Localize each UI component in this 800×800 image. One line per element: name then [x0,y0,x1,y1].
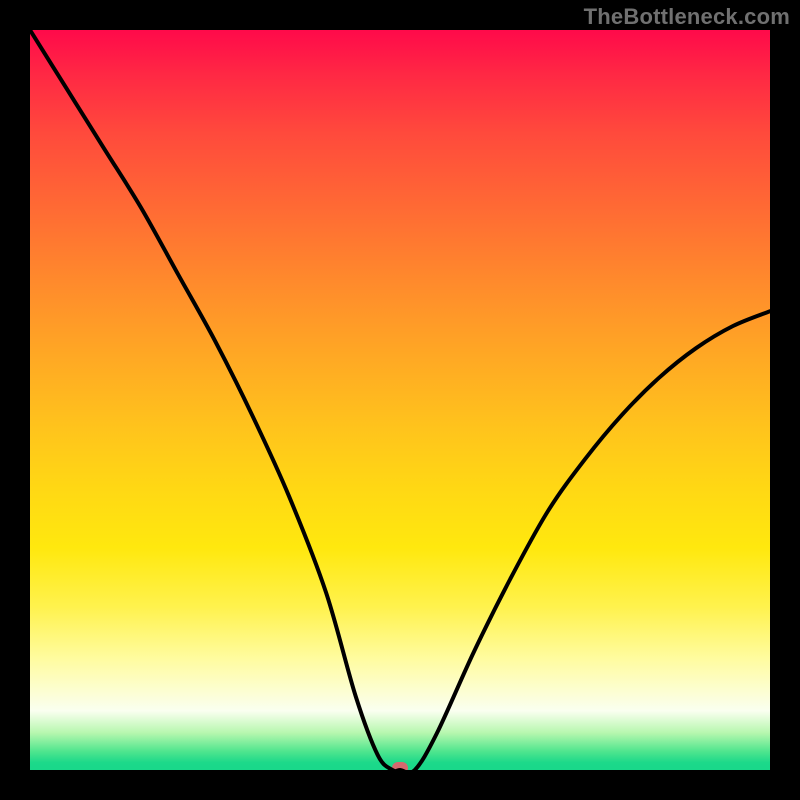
plot-area [30,30,770,770]
bottleneck-curve [30,30,770,770]
chart-frame: TheBottleneck.com [0,0,800,800]
watermark-label: TheBottleneck.com [584,4,790,30]
